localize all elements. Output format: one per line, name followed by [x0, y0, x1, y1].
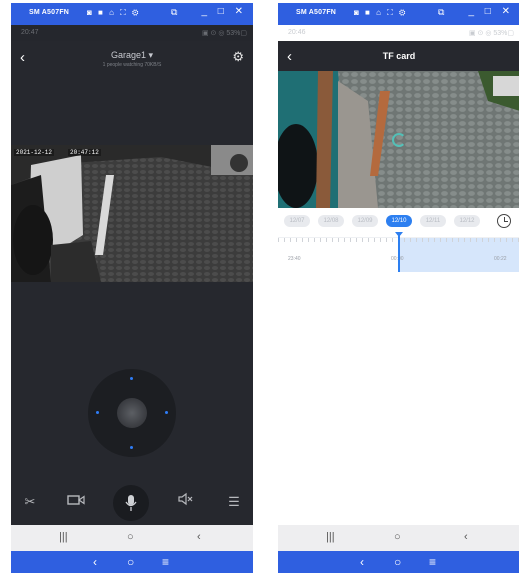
device-back-button[interactable]: ‹ [93, 555, 97, 569]
recents-button[interactable]: ||| [59, 531, 68, 543]
settings-icon[interactable]: ⚙ [232, 49, 244, 65]
date-chip[interactable]: 12/10 [386, 215, 412, 227]
page-title: TF card [382, 51, 416, 61]
live-video-feed[interactable]: 2021-12-12 20:47:12 [11, 145, 253, 282]
record-video-icon[interactable] [66, 492, 86, 512]
device-home-button[interactable]: ○ [127, 555, 134, 569]
loading-spinner [392, 133, 406, 147]
window-controls[interactable]: _ □ ✕ [468, 6, 514, 17]
ptz-right-dot [165, 411, 168, 414]
date-selector: 12/07 12/08 12/09 12/10 12/11 12/12 [278, 214, 519, 231]
date-chip[interactable]: 12/09 [352, 215, 378, 227]
status-time: 20:47 [21, 29, 39, 36]
status-indicators: ▣ ⊙ ◎ 53%▢ [468, 30, 514, 37]
ptz-up-dot [130, 377, 133, 380]
live-toolbar: ✂ ☰ [11, 482, 253, 521]
ptz-joystick[interactable] [88, 369, 176, 457]
home-button[interactable]: ○ [127, 531, 134, 543]
snapshot-scissors-icon[interactable]: ✂ [20, 492, 40, 512]
window-controls[interactable]: _ □ ✕ [201, 6, 247, 17]
window-title-bar: SM A507FN ◙ ■ ⌂ ⛶ ⚙ ⧉ _ □ ✕ [278, 3, 519, 25]
night-camera-image [11, 145, 253, 282]
timeline-label: 23:40 [288, 256, 301, 262]
recents-button[interactable]: ||| [326, 531, 335, 543]
window-title: SM A507FN [296, 9, 337, 16]
microphone-button[interactable] [113, 485, 149, 521]
osd-time: 20:47:12 [68, 149, 101, 156]
android-nav-bar: ||| ○ ‹ [278, 525, 519, 551]
phone-window-tf-card: SM A507FN ◙ ■ ⌂ ⛶ ⚙ ⧉ _ □ ✕ 20:46 ▣ ⊙ ◎ … [278, 3, 519, 573]
device-menu-button[interactable]: ≡ [162, 555, 169, 569]
live-view-screen: ‹ Garage1 ▾ 1 people watching 70KB/S ⚙ 2… [11, 41, 253, 525]
camera-selector[interactable]: Garage1 ▾ [11, 50, 253, 61]
viewer-count: 1 people watching 70KB/S [102, 62, 162, 68]
playback-video[interactable] [278, 71, 519, 208]
device-nav-bar: ‹ ○ ≡ [278, 551, 519, 573]
timeline-cursor[interactable] [395, 232, 403, 272]
tf-card-header: ‹ TF card [278, 41, 519, 71]
status-bar: 20:46 ▣ ⊙ ◎ 53%▢ [278, 25, 519, 41]
cast-icon[interactable]: ⧉ [171, 7, 177, 18]
home-button[interactable]: ○ [394, 531, 401, 543]
device-menu-button[interactable]: ≡ [429, 555, 436, 569]
date-chip[interactable]: 12/07 [284, 215, 310, 227]
status-time: 20:46 [288, 29, 306, 36]
menu-icon[interactable]: ☰ [224, 492, 244, 512]
mute-speaker-icon[interactable] [176, 492, 196, 512]
status-bar: 20:47 ▣ ⊙ ◎ 53%▢ [11, 25, 253, 41]
tf-card-screen: ‹ TF card 12/07 12/08 12/09 12/10 12/11 … [278, 41, 519, 525]
android-nav-bar: ||| ○ ‹ [11, 525, 253, 551]
playback-timeline[interactable]: 23:40 00:00 00:22 [278, 232, 519, 272]
device-nav-bar: ‹ ○ ≡ [11, 551, 253, 573]
status-indicators: ▣ ⊙ ◎ 53%▢ [201, 30, 247, 37]
osd-date: 2021-12-12 [14, 149, 55, 156]
timeline-label: 00:22 [494, 256, 507, 262]
recorded-segment [399, 238, 519, 272]
cast-icon[interactable]: ⧉ [438, 7, 444, 18]
ptz-down-dot [130, 446, 133, 449]
date-chip[interactable]: 12/11 [420, 215, 446, 227]
clock-icon[interactable] [497, 214, 511, 228]
back-nav-button[interactable]: ‹ [464, 531, 468, 543]
window-title: SM A507FN [29, 9, 70, 16]
window-tool-icons[interactable]: ◙ ■ ⌂ ⛶ ⚙ [87, 8, 140, 18]
joystick-knob[interactable] [117, 398, 147, 428]
ptz-left-dot [96, 411, 99, 414]
device-back-button[interactable]: ‹ [360, 555, 364, 569]
date-chip[interactable]: 12/08 [318, 215, 344, 227]
window-title-bar: SM A507FN ◙ ■ ⌂ ⛶ ⚙ ⧉ _ □ ✕ [11, 3, 253, 25]
window-tool-icons[interactable]: ◙ ■ ⌂ ⛶ ⚙ [354, 8, 407, 18]
back-nav-button[interactable]: ‹ [197, 531, 201, 543]
phone-window-live-view: SM A507FN ◙ ■ ⌂ ⛶ ⚙ ⧉ _ □ ✕ 20:47 ▣ ⊙ ◎ … [11, 3, 253, 573]
date-chip[interactable]: 12/12 [454, 215, 480, 227]
device-home-button[interactable]: ○ [394, 555, 401, 569]
